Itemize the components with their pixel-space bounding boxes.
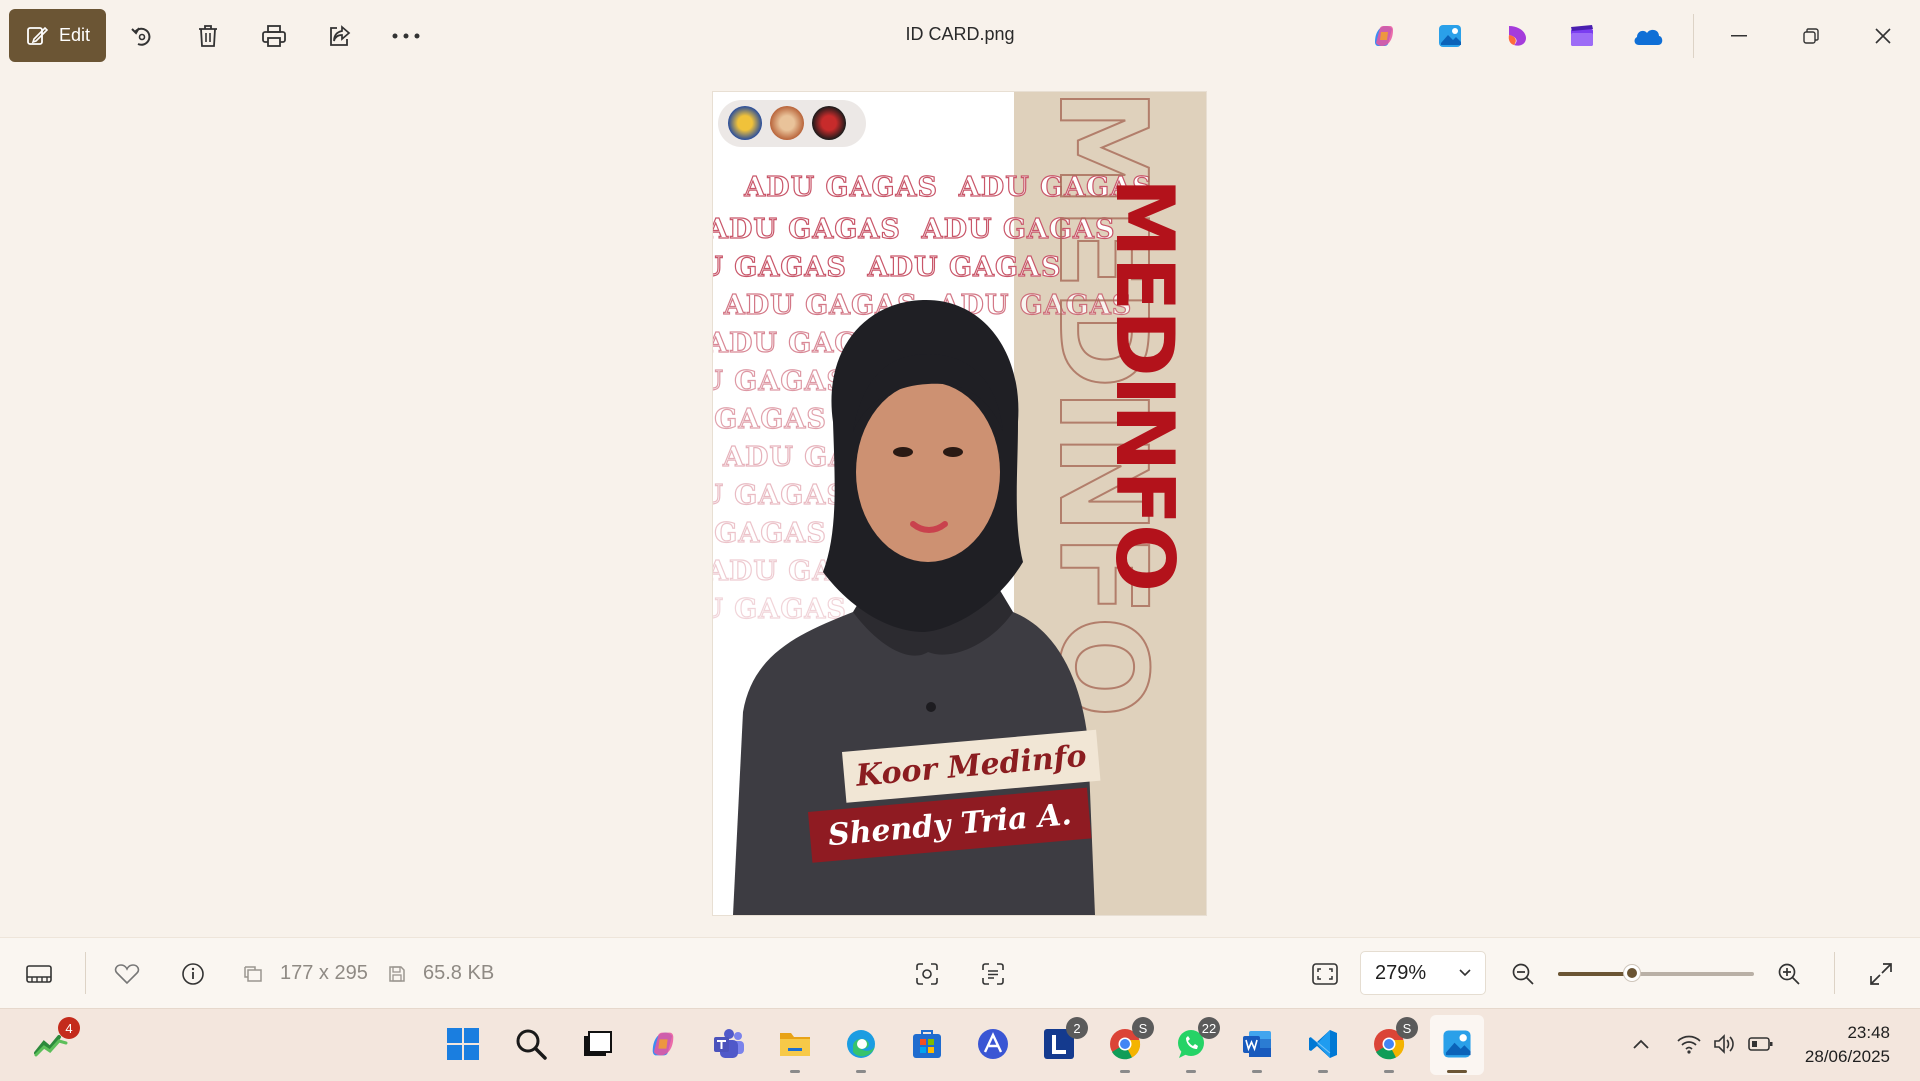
vscode-icon[interactable] (1302, 1023, 1344, 1073)
chrome-icon[interactable]: S (1104, 1017, 1154, 1073)
whatsapp-icon[interactable]: 22 (1170, 1017, 1220, 1073)
zoom-slider-fill (1558, 972, 1633, 976)
divider (1693, 14, 1694, 58)
photos-icon[interactable] (1436, 1023, 1478, 1073)
copilot-icon[interactable] (642, 1023, 684, 1065)
copilot-icon[interactable] (1368, 20, 1400, 52)
task-view-icon[interactable] (576, 1023, 618, 1065)
running-indicator (1447, 1070, 1467, 1073)
file-size-icon (382, 959, 412, 989)
delete-icon[interactable] (190, 18, 226, 54)
designer-icon[interactable] (1500, 20, 1532, 52)
notification-badge: S (1132, 1017, 1154, 1039)
dimensions-icon (238, 959, 268, 989)
teams-icon[interactable] (708, 1023, 750, 1065)
wifi-icon[interactable] (1676, 1031, 1702, 1057)
running-indicator (1120, 1070, 1130, 1073)
zoom-out-icon[interactable] (1508, 959, 1538, 989)
running-indicator (1384, 1070, 1394, 1073)
filmstrip-icon[interactable] (24, 959, 54, 989)
stocks-widget-icon[interactable]: 4 (30, 1017, 80, 1065)
notification-badge: 2 (1066, 1017, 1088, 1039)
clock-date: 28/06/2025 (1804, 1047, 1890, 1066)
l-app-icon[interactable]: 2 (1038, 1017, 1088, 1065)
divider (1834, 952, 1835, 994)
vertical-title: MEDINFO (1098, 178, 1191, 592)
info-icon[interactable] (178, 959, 208, 989)
start-icon[interactable] (442, 1023, 484, 1065)
word-icon[interactable] (1236, 1023, 1278, 1073)
window-title: ID CARD.png (905, 24, 1015, 44)
taskbar: 4 2 S 22 S 23:48 28/06/2025 (0, 1008, 1920, 1081)
chevron-down-icon (1459, 969, 1471, 977)
faculty-logo-icon (770, 106, 804, 140)
organization-logo-icon (812, 106, 846, 140)
running-indicator (1186, 1070, 1196, 1073)
zoom-in-icon[interactable] (1774, 959, 1804, 989)
edit-label: Edit (58, 25, 91, 45)
rotate-icon[interactable] (124, 18, 160, 54)
notification-badge: 22 (1198, 1017, 1220, 1039)
clipchamp-icon[interactable] (1566, 20, 1598, 52)
minimize-icon[interactable] (1720, 18, 1758, 54)
battery-icon[interactable] (1748, 1031, 1774, 1057)
visual-search-icon[interactable] (912, 959, 942, 989)
notification-badge: 4 (58, 1017, 80, 1039)
chrome-profile-icon[interactable]: S (1368, 1017, 1418, 1073)
full-screen-icon[interactable] (1866, 959, 1896, 989)
image-dimensions: 177 x 295 (280, 962, 368, 984)
edit-icon (27, 26, 49, 45)
edge-icon[interactable] (840, 1023, 882, 1073)
title-bar: Edit ID CARD.png (0, 0, 1920, 72)
volume-icon[interactable] (1712, 1031, 1738, 1057)
scan-text-icon[interactable] (978, 959, 1008, 989)
fit-to-window-icon[interactable] (1310, 959, 1340, 989)
edit-button[interactable]: Edit (9, 9, 106, 62)
clock-time: 23:48 (1847, 1023, 1890, 1042)
file-size: 65.8 KB (423, 962, 495, 984)
chevron-up-icon[interactable] (1628, 1031, 1654, 1057)
store-icon[interactable] (906, 1023, 948, 1065)
university-logo-icon (728, 106, 762, 140)
restore-icon[interactable] (1792, 18, 1830, 54)
altarix-icon[interactable] (972, 1023, 1014, 1065)
zoom-slider[interactable] (1558, 964, 1754, 982)
onedrive-icon[interactable] (1632, 20, 1664, 52)
zoom-value: 279% (1375, 961, 1427, 984)
share-icon[interactable] (322, 18, 358, 54)
running-indicator (1318, 1070, 1328, 1073)
notification-badge: S (1396, 1017, 1418, 1039)
system-clock[interactable]: 23:48 28/06/2025 (1790, 1021, 1890, 1069)
zoom-dropdown[interactable]: 279% (1360, 951, 1486, 995)
print-icon[interactable] (256, 18, 292, 54)
photos-app-icon[interactable] (1434, 20, 1466, 52)
bottom-toolbar: 177 x 295 65.8 KB 279% (0, 937, 1920, 1008)
logo-strip (718, 100, 866, 147)
zoom-slider-thumb[interactable] (1623, 964, 1642, 982)
close-icon[interactable] (1864, 18, 1902, 54)
file-explorer-icon[interactable] (774, 1023, 816, 1073)
running-indicator (856, 1070, 866, 1073)
divider (85, 952, 86, 994)
running-indicator (790, 1070, 800, 1073)
search-icon[interactable] (510, 1023, 552, 1065)
more-icon[interactable] (388, 18, 424, 54)
running-indicator (1252, 1070, 1262, 1073)
favorite-icon[interactable] (112, 959, 142, 989)
